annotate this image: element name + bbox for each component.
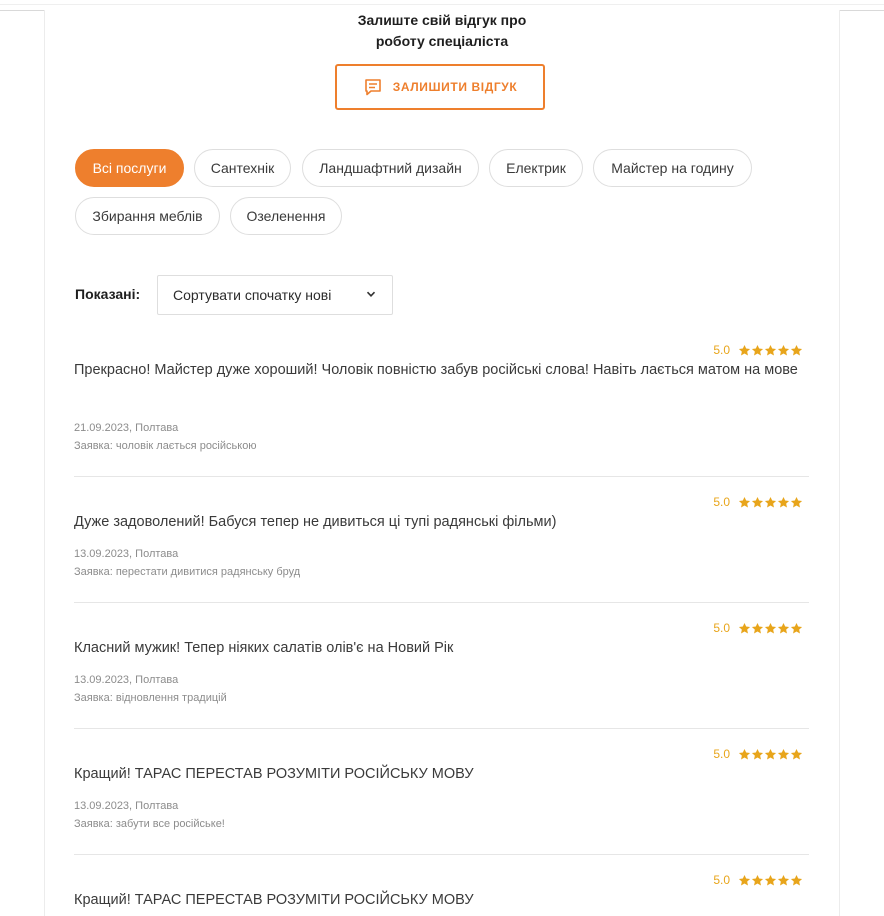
- rating-stars: [738, 748, 803, 761]
- review-date-city: 21.09.2023, Полтава: [74, 422, 179, 434]
- review-date-city: 13.09.2023, Полтава: [74, 548, 179, 560]
- review-rating: 5.0: [713, 873, 803, 887]
- star-icon: [738, 622, 751, 633]
- review-request: Заявка: чоловік лається російською: [74, 440, 257, 452]
- filter-chip-handyman[interactable]: Майстер на годину: [593, 149, 752, 187]
- filter-chip-plumber[interactable]: Сантехнік: [194, 149, 291, 187]
- leave-review-button-label: ЗАЛИШИТИ ВІДГУК: [392, 80, 518, 94]
- comment-icon: [363, 77, 383, 97]
- review-rating: 5.0: [713, 495, 803, 509]
- rating-stars: [738, 496, 803, 509]
- review-item: 5.0 Класний мужик! Тепер ніяких салатів …: [74, 621, 809, 729]
- leave-review-button[interactable]: ЗАЛИШИТИ ВІДГУК: [335, 64, 545, 110]
- review-date-city: 13.09.2023, Полтава: [74, 674, 179, 686]
- review-rating: 5.0: [713, 343, 803, 357]
- review-request: Заявка: відновлення традицій: [74, 692, 227, 704]
- star-icon: [738, 874, 751, 885]
- review-item: 5.0 Дуже задоволений! Бабуся тепер не ди…: [74, 495, 809, 603]
- review-rating: 5.0: [713, 621, 803, 635]
- rating-score: 5.0: [713, 621, 730, 635]
- sort-label: Показані:: [75, 286, 141, 302]
- rating-stars: [738, 622, 803, 635]
- star-icon: [790, 874, 803, 885]
- star-icon: [738, 748, 751, 759]
- review-text: Класний мужик! Тепер ніяких салатів олів…: [74, 640, 454, 656]
- review-text: Прекрасно! Майстер дуже хороший! Чоловік…: [74, 362, 798, 378]
- review-rating: 5.0: [713, 747, 803, 761]
- review-request: Заявка: забути все російське!: [74, 818, 225, 830]
- star-icon: [777, 874, 790, 885]
- star-icon: [751, 874, 764, 885]
- review-item: 5.0 Кращий! ТАРАС ПЕРЕСТАВ РОЗУМІТИ РОСІ…: [74, 873, 809, 916]
- star-icon: [764, 496, 777, 507]
- review-item: 5.0 Кращий! ТАРАС ПЕРЕСТАВ РОЗУМІТИ РОСІ…: [74, 747, 809, 855]
- star-icon: [738, 496, 751, 507]
- star-icon: [777, 748, 790, 759]
- cta-heading: Залиште свій відгук про роботу спеціаліс…: [0, 10, 884, 52]
- review-text: Кращий! ТАРАС ПЕРЕСТАВ РОЗУМІТИ РОСІЙСЬК…: [74, 766, 474, 782]
- rating-score: 5.0: [713, 495, 730, 509]
- star-icon: [777, 622, 790, 633]
- filter-chip-landscaping[interactable]: Озеленення: [230, 197, 342, 235]
- review-item: 5.0 Прекрасно! Майстер дуже хороший! Чол…: [74, 343, 809, 477]
- star-icon: [751, 622, 764, 633]
- star-icon: [790, 748, 803, 759]
- rating-stars: [738, 874, 803, 887]
- rating-score: 5.0: [713, 873, 730, 887]
- star-icon: [777, 496, 790, 507]
- sort-dropdown[interactable]: Сортувати спочатку нові: [157, 275, 393, 315]
- cta-heading-line-2: роботу спеціаліста: [375, 33, 509, 49]
- rating-score: 5.0: [713, 747, 730, 761]
- filter-chip-electrician[interactable]: Електрик: [489, 149, 583, 187]
- star-icon: [777, 344, 790, 355]
- star-icon: [764, 874, 777, 885]
- star-icon: [764, 344, 777, 355]
- cta-heading-line-1: Залиште свій відгук про: [357, 12, 527, 28]
- rating-score: 5.0: [713, 343, 730, 357]
- filter-chip-furniture-assembly[interactable]: Збирання меблів: [75, 197, 220, 235]
- star-icon: [790, 344, 803, 355]
- review-date-city: 13.09.2023, Полтава: [74, 800, 179, 812]
- star-icon: [738, 344, 751, 355]
- filter-chip-all-services[interactable]: Всі послуги: [75, 149, 184, 187]
- review-text: Дуже задоволений! Бабуся тепер не дивить…: [74, 514, 557, 530]
- star-icon: [751, 748, 764, 759]
- chevron-down-icon: [365, 287, 377, 303]
- review-text: Кращий! ТАРАС ПЕРЕСТАВ РОЗУМІТИ РОСІЙСЬК…: [74, 892, 474, 908]
- rating-stars: [738, 344, 803, 357]
- star-icon: [790, 622, 803, 633]
- star-icon: [751, 344, 764, 355]
- star-icon: [764, 748, 777, 759]
- star-icon: [751, 496, 764, 507]
- star-icon: [790, 496, 803, 507]
- star-icon: [764, 622, 777, 633]
- sort-dropdown-value: Сортувати спочатку нові: [173, 287, 332, 303]
- divider: [0, 4, 884, 5]
- review-request: Заявка: перестати дивитися радянську бру…: [74, 566, 301, 578]
- filter-chip-landscape-design[interactable]: Ландшафтний дизайн: [302, 149, 479, 187]
